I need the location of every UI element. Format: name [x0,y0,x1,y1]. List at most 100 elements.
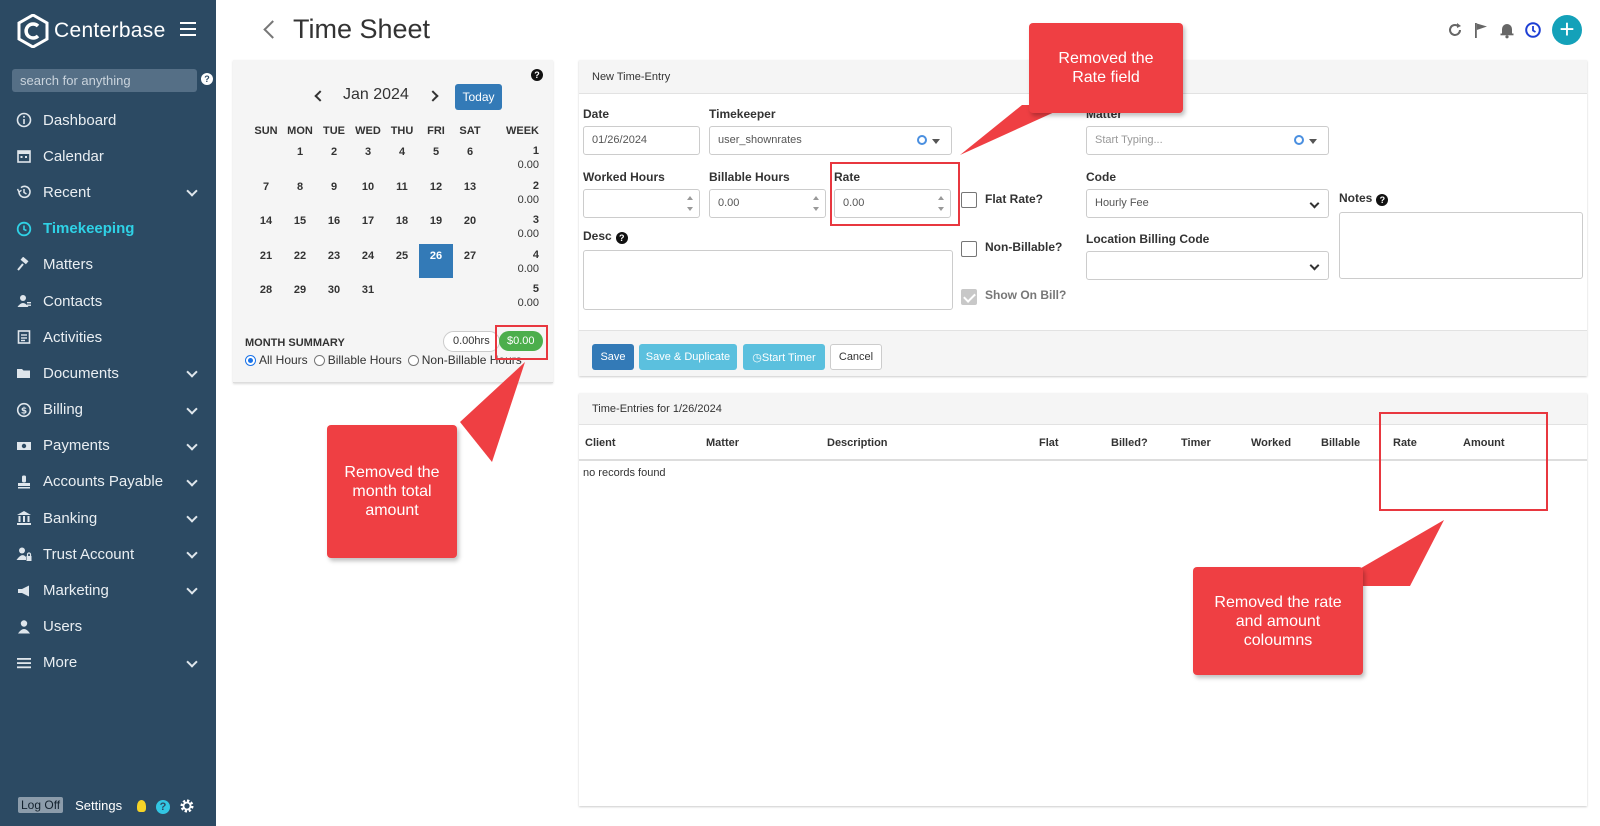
col-client[interactable]: Client [585,437,616,449]
calendar-day[interactable]: 27 [453,244,487,279]
timer-clock-icon[interactable] [1524,21,1542,39]
lightbulb-icon[interactable] [137,800,146,812]
start-timer-button[interactable]: ◷Start Timer [743,344,825,370]
calendar-day[interactable]: 13 [453,175,487,210]
calendar-day[interactable]: 23 [317,244,351,279]
calendar-day[interactable]: 20 [453,209,487,244]
calendar-day[interactable]: 15 [283,209,317,244]
col-flat[interactable]: Flat [1039,437,1059,449]
search-icon[interactable] [1294,135,1304,145]
chevron-down-icon[interactable] [186,547,198,559]
sidebar-item-matters[interactable]: Matters [0,247,216,283]
calendar-day[interactable]: 24 [351,244,385,279]
chevron-down-icon[interactable] [1309,260,1320,271]
bell-icon[interactable] [1498,21,1516,39]
flat-rate-checkbox[interactable] [961,192,977,208]
calendar-day[interactable]: 6 [453,140,487,175]
code-select[interactable]: Hourly Fee [1086,189,1329,218]
save-duplicate-button[interactable]: Save & Duplicate [639,344,737,370]
matter-select[interactable]: Start Typing... [1086,126,1329,155]
sidebar-item-documents[interactable]: Documents [0,355,216,391]
calendar-day[interactable]: 28 [249,278,283,313]
search-help-icon[interactable]: ? [201,73,213,85]
notes-help-icon[interactable]: ? [1376,194,1389,206]
flag-icon[interactable] [1472,21,1490,39]
chevron-down-icon[interactable] [186,439,198,451]
chevron-down-icon[interactable] [186,366,198,378]
search-icon[interactable] [917,135,927,145]
date-input[interactable]: 01/26/2024 [583,126,700,155]
calendar-day[interactable]: 26 [419,243,453,278]
radio-billable-hours[interactable] [313,354,325,366]
timekeeper-select[interactable]: user_shownrates [709,126,952,155]
sidebar-item-recent[interactable]: Recent [0,174,216,210]
calendar-day[interactable]: 30 [317,278,351,313]
calendar-day[interactable]: 4 [385,140,419,175]
chevron-down-icon[interactable] [186,656,198,668]
sidebar-item-banking[interactable]: Banking [0,500,216,536]
chevron-down-icon[interactable] [186,185,198,198]
global-search-input[interactable] [12,69,197,92]
calendar-day[interactable]: 16 [317,209,351,244]
calendar-day[interactable]: 10 [351,175,385,210]
sidebar-item-contacts[interactable]: Contacts [0,283,216,319]
caret-down-icon[interactable] [1309,139,1317,144]
col-worked[interactable]: Worked [1251,437,1291,449]
chevron-down-icon[interactable] [186,402,198,415]
calendar-day[interactable]: 19 [419,209,453,244]
calendar-day[interactable]: 17 [351,209,385,244]
calendar-day[interactable]: 11 [385,175,419,210]
calendar-day[interactable]: 22 [283,244,317,279]
calendar-day[interactable]: 5 [419,140,453,175]
calendar-day[interactable]: 12 [419,175,453,210]
stepper-icon[interactable] [685,193,695,214]
billable-hours-input[interactable]: 0.00 [709,189,826,218]
calendar-day[interactable]: 29 [283,278,317,313]
back-chevron-icon[interactable] [263,20,282,39]
sidebar-item-more[interactable]: More [0,645,216,681]
col-billed[interactable]: Billed? [1111,437,1148,449]
cancel-button[interactable]: Cancel [830,344,882,370]
next-month-icon[interactable] [427,90,439,102]
gear-icon[interactable] [179,798,195,814]
hamburger-menu-icon[interactable] [180,22,196,36]
today-button[interactable]: Today [455,84,502,110]
refresh-icon[interactable] [1446,21,1464,39]
show-on-bill-checkbox[interactable] [961,289,977,305]
logoff-button[interactable]: Log Off [18,797,64,813]
radio-nonbillable-hours[interactable] [407,354,419,366]
calendar-day[interactable]: 25 [385,244,419,279]
calendar-day[interactable]: 1 [283,140,317,175]
prev-month-icon[interactable] [314,90,326,102]
sidebar-item-users[interactable]: Users [0,609,216,645]
calendar-day[interactable]: 3 [351,140,385,175]
sidebar-item-payments[interactable]: Payments [0,428,216,464]
worked-hours-input[interactable] [583,189,700,218]
sidebar-item-billing[interactable]: $ Billing [0,392,216,428]
col-description[interactable]: Description [827,437,888,449]
filter-all-hours[interactable]: All Hours [245,353,308,367]
save-button[interactable]: Save [592,344,634,370]
calendar-day[interactable]: 18 [385,209,419,244]
location-billing-code-select[interactable] [1086,251,1329,280]
calendar-day[interactable]: 8 [283,175,317,210]
col-timer[interactable]: Timer [1181,437,1211,449]
desc-help-icon[interactable]: ? [615,232,628,244]
calendar-day[interactable]: 31 [351,278,385,313]
sidebar-item-timekeeping[interactable]: Timekeeping [0,211,216,247]
filter-billable-hours[interactable]: Billable Hours [313,353,402,367]
calendar-day[interactable]: 21 [249,244,283,279]
add-button[interactable]: + [1552,15,1582,45]
settings-link[interactable]: Settings [75,798,122,813]
centerbase-logo[interactable]: Centerbase [16,14,166,48]
chevron-down-icon[interactable] [186,511,198,523]
sidebar-item-dashboard[interactable]: Dashboard [0,102,216,138]
help-icon[interactable]: ? [156,800,170,814]
caret-down-icon[interactable] [932,139,940,144]
notes-textarea[interactable] [1339,212,1583,279]
sidebar-item-trust-account[interactable]: Trust Account [0,536,216,572]
chevron-down-icon[interactable] [186,583,198,596]
calendar-day[interactable]: 7 [249,175,283,210]
stepper-icon[interactable] [811,193,821,214]
sidebar-item-marketing[interactable]: Marketing [0,572,216,608]
